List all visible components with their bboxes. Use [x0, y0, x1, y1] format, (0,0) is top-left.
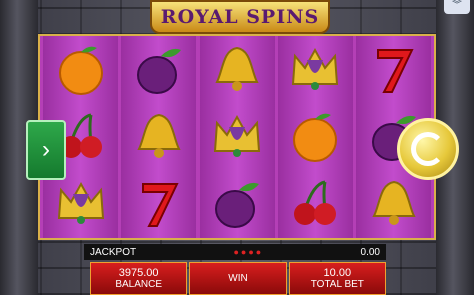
chevron-right-icon[interactable]: ›	[26, 120, 66, 180]
plum-icon	[124, 39, 194, 101]
crown-icon	[202, 106, 272, 168]
bell-icon	[124, 106, 194, 168]
bottom-panel: 3975.00 BALANCE WIN 10.00 TOTAL BET	[90, 262, 386, 295]
jackpot-label: JACKPOT	[90, 246, 137, 258]
game-screen: ROYAL SPINS ︾ › JACKPOT ●●●● 0.00 3975.0…	[0, 0, 474, 295]
bell-icon	[202, 39, 272, 101]
reels-area	[38, 34, 436, 240]
jackpot-value: 0.00	[360, 246, 380, 258]
bet-label: TOTAL BET	[310, 278, 364, 290]
spin-button[interactable]	[397, 118, 459, 180]
jackpot-bar: JACKPOT ●●●● 0.00	[84, 244, 386, 260]
game-logo: ROYAL SPINS	[150, 0, 330, 34]
reel-4	[277, 36, 353, 238]
cherries-icon	[280, 173, 350, 235]
orange-icon	[280, 106, 350, 168]
bet-value: 10.00	[323, 266, 352, 279]
plum-icon	[202, 173, 272, 235]
reel-3	[199, 36, 275, 238]
game-title: ROYAL SPINS	[160, 6, 320, 28]
double-chevron-down-icon[interactable]: ︾	[444, 0, 470, 14]
orange-icon	[46, 39, 116, 101]
balance-value: 3975.00	[118, 266, 159, 279]
seven-icon	[124, 173, 194, 235]
win-label: WIN	[228, 272, 248, 284]
total-bet-box[interactable]: 10.00 TOTAL BET	[288, 262, 386, 295]
balance-box: 3975.00 BALANCE	[90, 262, 188, 295]
seven-icon	[359, 39, 429, 101]
reel-2	[121, 36, 197, 238]
crown-icon	[46, 173, 116, 235]
balance-label: BALANCE	[115, 278, 162, 290]
cherries-icon: ●●●●	[233, 247, 264, 257]
bell-icon	[359, 173, 429, 235]
win-box: WIN	[189, 262, 287, 295]
crown-icon	[280, 39, 350, 101]
spin-arrow-icon	[411, 132, 445, 166]
